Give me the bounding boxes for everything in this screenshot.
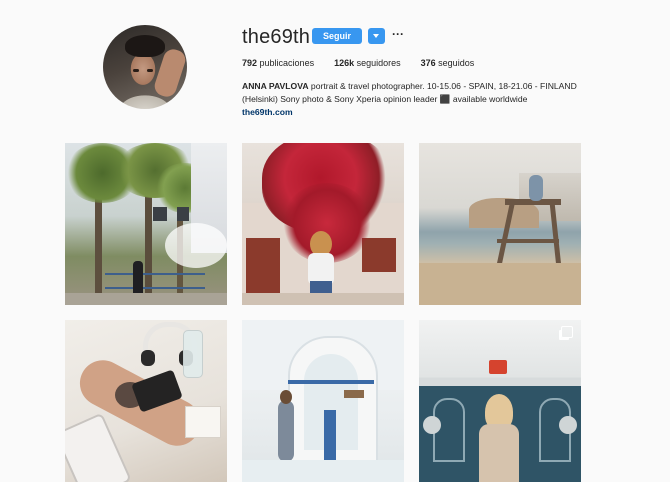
- posts-stat: 792 publicaciones: [242, 58, 314, 68]
- round-emblem: [559, 416, 577, 434]
- posts-label: publicaciones: [257, 58, 315, 68]
- following-count: 376: [420, 58, 436, 68]
- sidewalk: [65, 293, 227, 305]
- station-roof: [419, 378, 581, 386]
- phone: [65, 412, 132, 482]
- carousel-icon: [561, 326, 573, 338]
- mist-cloud: [165, 223, 227, 268]
- blue-trim: [288, 380, 374, 384]
- round-emblem: [423, 416, 441, 434]
- profile-bio: ANNA PAVLOVA portrait & travel photograp…: [242, 80, 577, 119]
- bio-website-link[interactable]: the69th.com: [242, 107, 293, 117]
- followers-count: 126k: [334, 58, 355, 68]
- railing: [105, 273, 205, 289]
- profile-username: the69th: [242, 26, 311, 48]
- posts-count: 792: [242, 58, 258, 68]
- more-options-button[interactable]: ···: [392, 26, 404, 44]
- post-thumbnail[interactable]: [65, 143, 227, 305]
- woman-head: [280, 390, 292, 404]
- follow-button[interactable]: Seguir: [312, 28, 362, 44]
- suggestions-dropdown-button[interactable]: [368, 28, 385, 44]
- followers-stat[interactable]: 126k seguidores: [334, 58, 401, 68]
- sign-board: [153, 207, 167, 221]
- woman-body: [479, 424, 519, 482]
- headphones-cup: [141, 350, 155, 366]
- floor: [242, 293, 404, 305]
- avatar-eye: [147, 69, 153, 72]
- pavement: [242, 460, 404, 482]
- ellipsis-icon: ···: [392, 27, 404, 41]
- paper-ticket: [185, 406, 221, 438]
- avatar-eye: [133, 69, 139, 72]
- sign-board: [177, 207, 189, 221]
- post-thumbnail[interactable]: [419, 320, 581, 482]
- water-bottle: [183, 330, 203, 378]
- following-label: seguidos: [435, 58, 475, 68]
- post-thumbnail[interactable]: [242, 320, 404, 482]
- post-thumbnail[interactable]: [242, 143, 404, 305]
- avatar-hair: [125, 35, 165, 57]
- followers-label: seguidores: [354, 58, 401, 68]
- metro-sign: [489, 360, 507, 374]
- window-shutter: [362, 238, 396, 272]
- bench: [344, 390, 364, 398]
- profile-stats: 792 publicaciones 126k seguidores 376 se…: [242, 58, 494, 68]
- post-thumbnail[interactable]: [419, 143, 581, 305]
- person-on-chair: [529, 175, 543, 201]
- profile-avatar[interactable]: [103, 25, 187, 109]
- following-stat[interactable]: 376 seguidos: [421, 58, 475, 68]
- sand: [419, 263, 581, 305]
- lifeguard-chair-rung: [497, 239, 559, 243]
- post-thumbnail[interactable]: [65, 320, 227, 482]
- bio-name: ANNA PAVLOVA: [242, 81, 309, 91]
